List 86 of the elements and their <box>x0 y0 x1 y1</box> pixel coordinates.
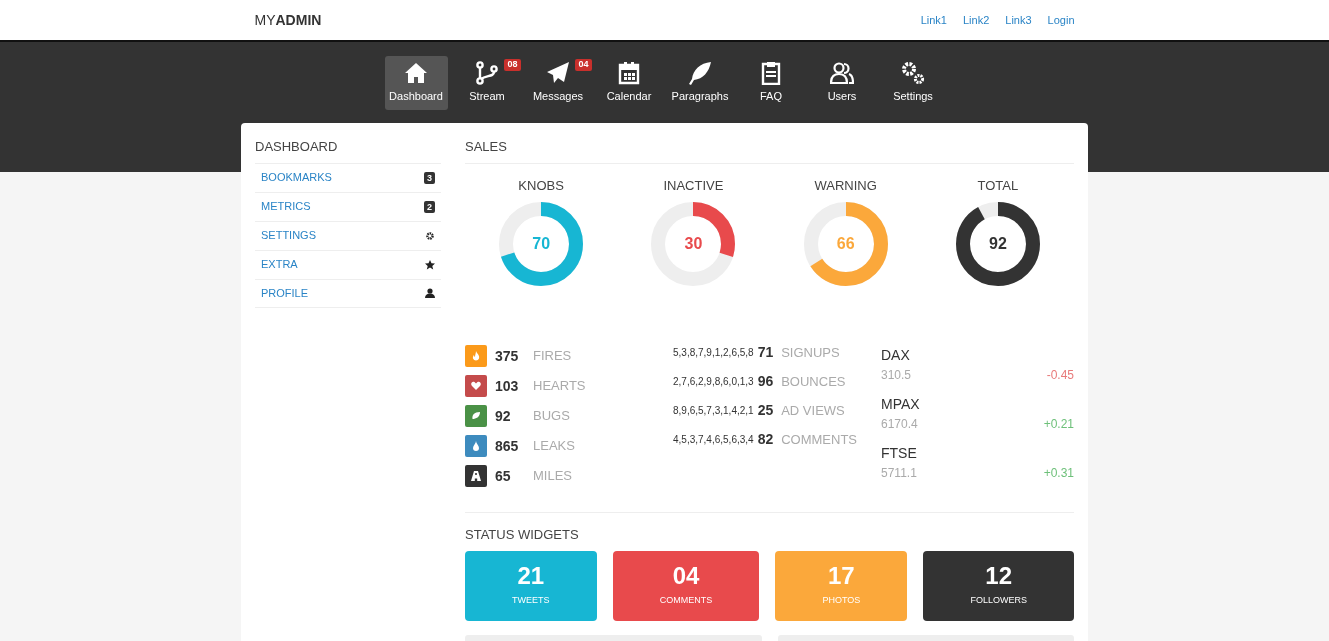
stat-value: 65 <box>495 466 512 486</box>
stat-value: 71 <box>757 343 774 362</box>
sidebar-item[interactable]: BOOKMARKS 3 <box>255 162 441 192</box>
nav-tab[interactable]: FAQ <box>739 56 803 110</box>
nav-link[interactable]: Link3 <box>1005 11 1032 29</box>
ticker-change: +0.31 <box>1043 465 1074 482</box>
ticker-price: 5711.1 <box>881 465 917 482</box>
sparkline-values: 2,7,6,2,9,8,6,0,1,3 <box>673 375 754 389</box>
donut-value: 30 <box>684 234 703 254</box>
widget-label: PHOTOS <box>822 593 861 607</box>
stat-label: BUGS <box>533 407 570 426</box>
widget-value: 12 <box>985 563 1012 588</box>
widget-value: 04 <box>672 563 700 588</box>
gears-icon <box>901 61 925 86</box>
nav-tab[interactable]: Stream 08 <box>455 56 519 110</box>
widget-label: TWEETS <box>512 593 550 607</box>
widget-label: FOLLOWERS <box>970 593 1027 607</box>
sidebar-title: DASHBOARD <box>255 138 339 156</box>
calendar-icon <box>617 61 641 86</box>
stat-value: 103 <box>495 376 520 396</box>
nav-tab[interactable]: Dashboard <box>384 56 448 110</box>
donut-label: WARNING <box>814 176 877 195</box>
heart-icon <box>471 381 481 391</box>
ticker-name: FTSE <box>881 444 918 463</box>
clipboard-icon <box>759 61 783 86</box>
widget-value: 21 <box>517 563 545 588</box>
stat-label: COMMENTS <box>781 430 858 449</box>
nav-tab[interactable]: Users <box>810 56 874 110</box>
ticker-name: DAX <box>881 346 911 365</box>
section-title: STATUS WIDGETS <box>465 526 580 544</box>
nav-link[interactable]: Login <box>1047 11 1075 29</box>
sidebar-item[interactable]: EXTRA <box>255 249 441 279</box>
feather-icon <box>688 61 712 86</box>
sidebar-item[interactable]: METRICS 2 <box>255 191 441 221</box>
ticker-price: 310.5 <box>881 367 912 384</box>
ticker-name: MPAX <box>881 395 921 414</box>
brand-logo[interactable]: MYADMIN <box>254 9 322 31</box>
donut-value: 92 <box>989 234 1007 254</box>
section-title: SALES <box>465 138 508 156</box>
widget-value: 17 <box>827 563 855 588</box>
stat-value: 865 <box>495 436 520 456</box>
sparkline-values: 8,9,6,5,7,3,1,4,2,1 <box>673 404 754 418</box>
stat-label: FIRES <box>533 347 572 366</box>
users-icon <box>830 61 854 86</box>
donut-label: KNOBS <box>518 176 564 195</box>
drop-icon <box>471 441 481 451</box>
ticker-change: +0.21 <box>1043 416 1074 433</box>
sparkline-values: 4,5,3,7,4,6,5,6,3,4 <box>673 433 754 447</box>
ticker-change: -0.45 <box>1046 367 1074 384</box>
nav-tab[interactable]: Settings <box>881 56 945 110</box>
nav-tab[interactable]: Messages 04 <box>526 56 590 110</box>
nav-link[interactable]: Link1 <box>920 11 947 29</box>
stat-label: LEAKS <box>533 437 575 456</box>
person-icon <box>425 288 435 298</box>
star-icon <box>425 259 435 270</box>
ticker-price: 6170.4 <box>881 416 918 433</box>
nav-link[interactable]: Link2 <box>963 11 990 29</box>
flame-icon <box>471 351 481 361</box>
stat-value: 375 <box>495 346 520 366</box>
stat-label: AD VIEWS <box>781 401 845 420</box>
stat-label: MILES <box>533 467 572 486</box>
count-badge: 2 <box>424 200 435 213</box>
widget-label: COMMENTS <box>659 593 713 607</box>
sidebar-item[interactable]: PROFILE <box>255 278 441 308</box>
nav-tab[interactable]: Calendar <box>597 56 661 110</box>
gear-icon <box>425 230 435 241</box>
count-badge: 08 <box>504 59 521 71</box>
donut-value: 70 <box>532 234 550 254</box>
stat-label: SIGNUPS <box>781 343 840 362</box>
stat-value: 25 <box>757 401 774 420</box>
leaf-icon <box>471 411 481 421</box>
home-icon <box>404 61 428 86</box>
stat-value: 92 <box>495 406 512 426</box>
donut-label: INACTIVE <box>663 176 724 195</box>
stat-value: 96 <box>757 372 774 391</box>
sparkline-values: 5,3,8,7,9,1,2,6,5,8 <box>673 346 754 360</box>
donut-label: TOTAL <box>977 176 1019 195</box>
stat-label: BOUNCES <box>781 372 846 391</box>
sidebar-item[interactable]: SETTINGS <box>255 220 441 250</box>
donut-value: 66 <box>836 234 855 254</box>
nav-tab[interactable]: Paragraphs <box>668 56 732 110</box>
count-badge: 3 <box>424 171 435 184</box>
stat-value: 82 <box>757 430 774 449</box>
count-badge: 04 <box>575 59 592 71</box>
stat-label: HEARTS <box>533 377 586 396</box>
branch-icon <box>475 61 499 86</box>
